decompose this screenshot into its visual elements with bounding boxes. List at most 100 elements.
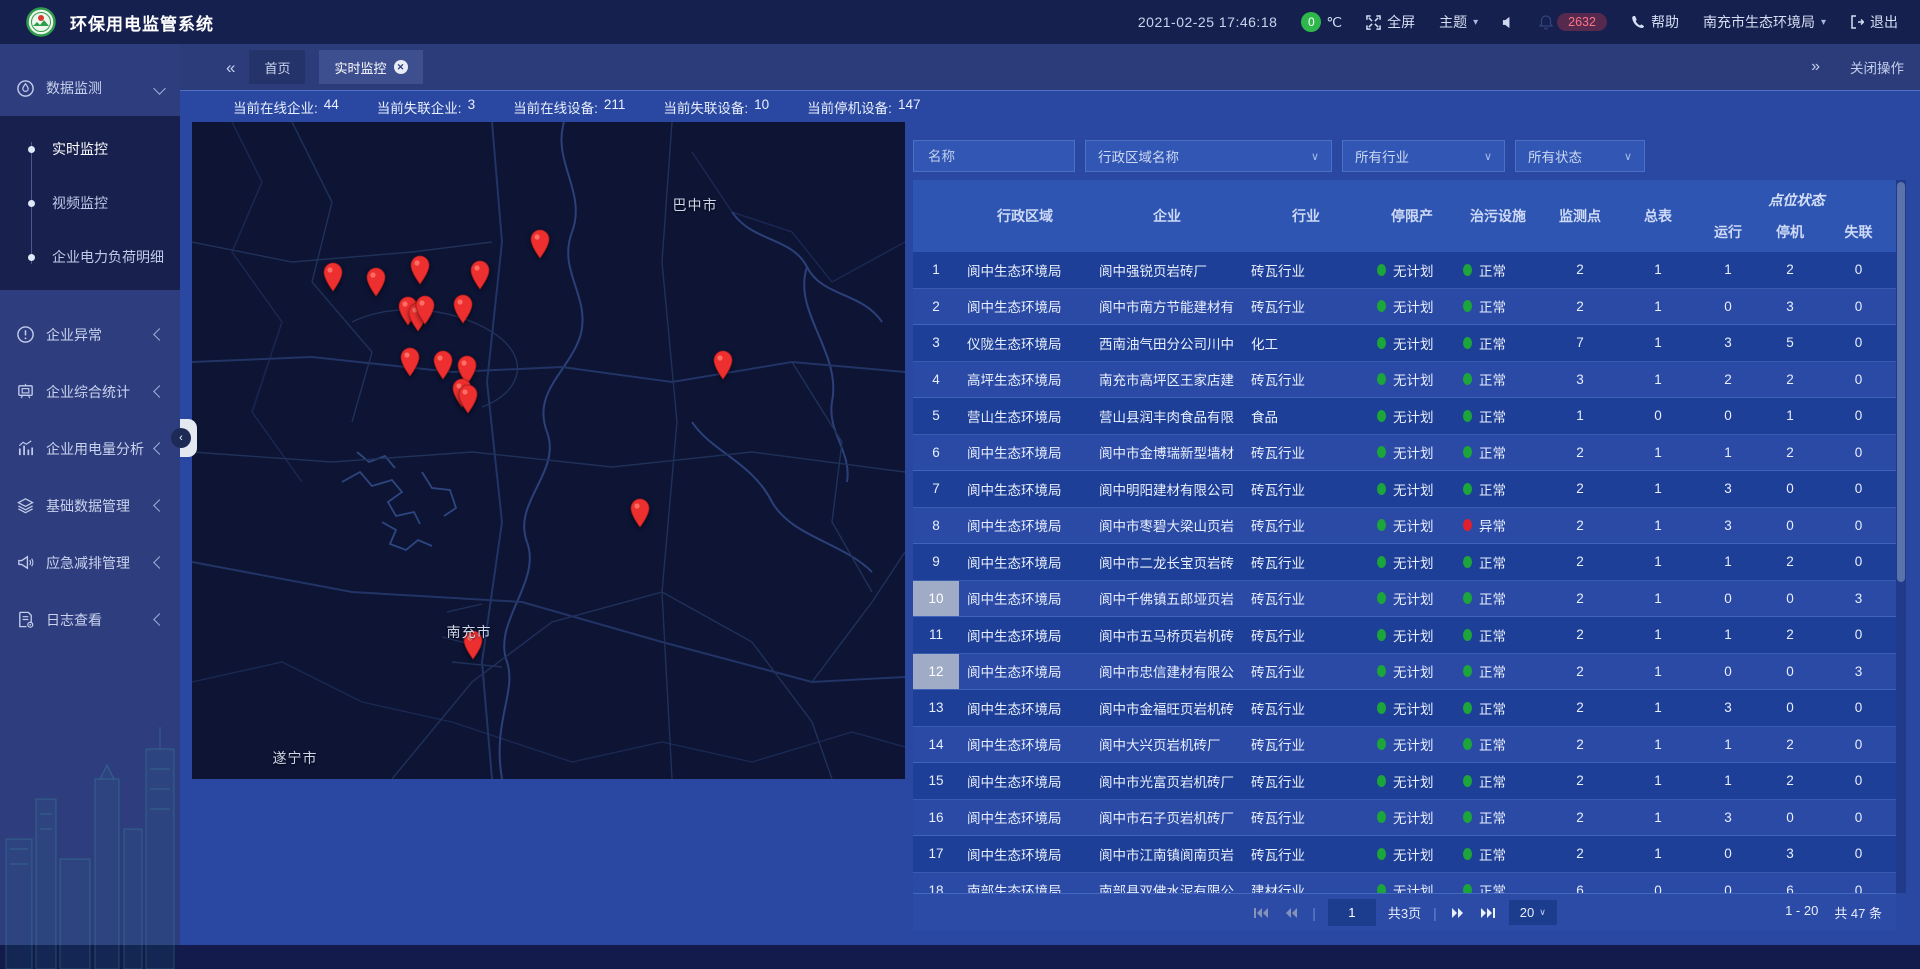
industry-select[interactable]: 所有行业 ∨ — [1342, 140, 1505, 172]
cell-stopped: 0 — [1759, 700, 1821, 715]
cell-monitor-points: 2 — [1541, 773, 1619, 788]
table-row[interactable]: 2阆中生态环境局阆中市南方节能建材有砖瓦行业无计划正常21030 — [913, 289, 1896, 326]
table-row[interactable]: 3仪陇生态环境局西南油气田分公司川中化工无计划正常71350 — [913, 325, 1896, 362]
table-row[interactable]: 11阆中生态环境局阆中市五马桥页岩机砖砖瓦行业无计划正常21120 — [913, 617, 1896, 654]
help-button[interactable]: 帮助 — [1631, 12, 1679, 32]
logout-button[interactable]: 退出 — [1850, 12, 1898, 32]
table-row[interactable]: 17阆中生态环境局阆中市江南镇阆南页岩砖瓦行业无计划正常21030 — [913, 836, 1896, 873]
scrollbar-thumb[interactable] — [1897, 182, 1905, 582]
status-dot-green — [1463, 556, 1472, 568]
cell-total-meter: 0 — [1619, 408, 1697, 423]
table-row[interactable]: 9阆中生态环境局阆中市二龙长宝页岩砖砖瓦行业无计划正常21120 — [913, 544, 1896, 581]
map-pin[interactable] — [409, 255, 431, 285]
sidebar-item-log-view[interactable]: 日志查看 — [0, 591, 180, 648]
last-page-button[interactable] — [1479, 906, 1497, 920]
mute-speaker-button[interactable] — [1502, 16, 1515, 29]
map-pin[interactable] — [432, 350, 454, 380]
map-pin[interactable] — [452, 294, 474, 324]
table-scrollbar[interactable] — [1896, 180, 1906, 893]
bullet-dot-icon — [28, 254, 35, 261]
stat-label: 当前在线设备: — [513, 97, 598, 117]
map-pin[interactable] — [322, 262, 344, 292]
bullet-dot-icon — [28, 146, 35, 153]
table-row[interactable]: 14阆中生态环境局阆中大兴页岩机砖厂砖瓦行业无计划正常21120 — [913, 727, 1896, 764]
first-page-button[interactable] — [1252, 906, 1270, 920]
page-size-select[interactable]: 20 ∨ — [1509, 900, 1557, 925]
table-row[interactable]: 1阆中生态环境局阆中强锐页岩砖厂砖瓦行业无计划正常21120 — [913, 252, 1896, 289]
table-row[interactable]: 7阆中生态环境局阆中明阳建材有限公司砖瓦行业无计划正常21300 — [913, 471, 1896, 508]
map-pin[interactable] — [712, 350, 734, 380]
cell-region: 阆中生态环境局 — [959, 296, 1091, 316]
chevron-left-icon — [153, 385, 166, 398]
tabs-scroll-right-button[interactable]: » — [1811, 58, 1820, 76]
cell-stopped: 0 — [1759, 810, 1821, 825]
cell-company: 阆中市五马桥页岩机砖 — [1091, 625, 1243, 645]
map-pin[interactable] — [457, 384, 479, 414]
map-canvas[interactable]: 巴中市南充市遂宁市 — [192, 122, 905, 779]
cell-company: 西南油气田分公司川中 — [1091, 333, 1243, 353]
cell-pollution-facility: 正常 — [1455, 661, 1541, 681]
stat-value: 147 — [898, 97, 921, 117]
sidebar-item-company-abnormal[interactable]: 企业异常 — [0, 306, 180, 363]
topbar-right-group: 2021-02-25 17:46:18 0 ℃ 全屏 主题 ▾ — [1138, 12, 1920, 32]
map-pin[interactable] — [629, 498, 651, 528]
cell-row-number: 7 — [913, 471, 959, 507]
map-pin[interactable] — [462, 630, 484, 660]
sidebar-item-company-statistics[interactable]: 企业综合统计 — [0, 363, 180, 420]
name-search-input[interactable] — [926, 148, 1062, 165]
org-dropdown[interactable]: 南充市生态环境局 ▾ — [1703, 12, 1826, 32]
region-select[interactable]: 行政区域名称 ∨ — [1085, 140, 1332, 172]
cell-industry: 砖瓦行业 — [1243, 552, 1369, 572]
table-row[interactable]: 6阆中生态环境局阆中市金博瑞新型墙材砖瓦行业无计划正常21120 — [913, 435, 1896, 472]
map-pin[interactable] — [365, 267, 387, 297]
sidebar-item-power-analysis[interactable]: 企业用电量分析 — [0, 420, 180, 477]
cell-lost: 0 — [1821, 554, 1896, 569]
status-dot-red — [1463, 519, 1472, 531]
fullscreen-button[interactable]: 全屏 — [1366, 12, 1415, 32]
sidebar-subitem-label: 实时监控 — [52, 139, 108, 159]
map-pin[interactable] — [529, 229, 551, 259]
cell-pollution-facility: 正常 — [1455, 479, 1541, 499]
table-row[interactable]: 10阆中生态环境局阆中千佛镇五郎垭页岩砖瓦行业无计划正常21003 — [913, 581, 1896, 618]
table-row[interactable]: 5营山生态环境局营山县润丰肉食品有限食品无计划正常10010 — [913, 398, 1896, 435]
close-operations-button[interactable]: 关闭操作 — [1850, 57, 1904, 77]
table-row[interactable]: 16阆中生态环境局阆中市石子页岩机砖厂砖瓦行业无计划正常21300 — [913, 800, 1896, 837]
status-text: 无计划 — [1393, 771, 1434, 791]
cell-company: 阆中强锐页岩砖厂 — [1091, 260, 1243, 280]
theme-dropdown[interactable]: 主题 ▾ — [1439, 12, 1478, 32]
cell-industry: 化工 — [1243, 333, 1369, 353]
cell-company: 阆中市金福旺页岩机砖 — [1091, 698, 1243, 718]
sidebar-item-realtime-monitor[interactable]: 实时监控 — [0, 122, 180, 176]
sidebar-item-base-data[interactable]: 基础数据管理 — [0, 477, 180, 534]
tab-home[interactable]: 首页 — [249, 50, 305, 84]
cell-lost: 0 — [1821, 262, 1896, 277]
stat-stopped-devices: 当前停机设备: 147 — [807, 97, 920, 117]
table-row[interactable]: 4高坪生态环境局南充市高坪区王家店建砖瓦行业无计划正常31220 — [913, 362, 1896, 399]
next-page-button[interactable] — [1449, 906, 1467, 920]
map-pin[interactable] — [414, 295, 436, 325]
table-row[interactable]: 15阆中生态环境局阆中市光富页岩机砖厂砖瓦行业无计划正常21120 — [913, 763, 1896, 800]
tab-realtime-monitor[interactable]: 实时监控 ✕ — [319, 50, 422, 84]
cell-lost: 0 — [1821, 700, 1896, 715]
sidebar-item-data-monitor[interactable]: 数据监测 — [0, 60, 180, 116]
tab-close-icon[interactable]: ✕ — [394, 60, 408, 74]
table-row[interactable]: 18南部生态环境局南部县双佛水泥有限公建材行业无计划正常60060 — [913, 873, 1896, 894]
table-row[interactable]: 13阆中生态环境局阆中市金福旺页岩机砖砖瓦行业无计划正常21300 — [913, 690, 1896, 727]
map-pin[interactable] — [399, 347, 421, 377]
table-row[interactable]: 8阆中生态环境局阆中市枣碧大梁山页岩砖瓦行业无计划异常21300 — [913, 508, 1896, 545]
sidebar-item-video-monitor[interactable]: 视频监控 — [0, 176, 180, 230]
notifications-button[interactable]: 2632 — [1539, 13, 1607, 31]
name-search-input-box[interactable] — [913, 140, 1075, 172]
tabs-scroll-left-button[interactable]: « — [226, 59, 235, 76]
logout-label: 退出 — [1870, 12, 1898, 32]
map-pin[interactable] — [469, 260, 491, 290]
status-select[interactable]: 所有状态 ∨ — [1515, 140, 1645, 172]
status-text: 无计划 — [1393, 807, 1434, 827]
table-row[interactable]: 12阆中生态环境局阆中市忠信建材有限公砖瓦行业无计划正常21003 — [913, 654, 1896, 691]
sidebar-item-power-load-detail[interactable]: 企业电力负荷明细 — [0, 230, 180, 284]
previous-page-button[interactable] — [1282, 906, 1300, 920]
sidebar-item-emergency-reduction[interactable]: 应急减排管理 — [0, 534, 180, 591]
sidebar-collapse-handle[interactable]: ‹ — [180, 419, 197, 457]
cell-total-meter: 1 — [1619, 664, 1697, 679]
page-number-input[interactable] — [1328, 899, 1376, 926]
